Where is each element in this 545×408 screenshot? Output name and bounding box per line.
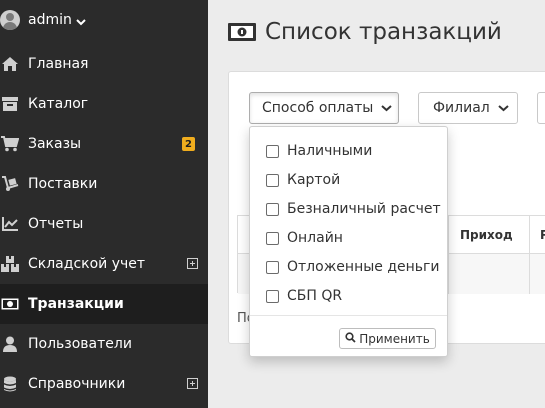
filter-button[interactable]: [537, 92, 545, 124]
sidebar-item-catalog[interactable]: Каталог: [0, 84, 208, 124]
sidebar-item-orders[interactable]: Заказы 2: [0, 124, 208, 164]
expand-plus-icon[interactable]: [187, 378, 198, 389]
apply-button[interactable]: Применить: [339, 328, 436, 349]
branch-filter-button[interactable]: Филиал: [418, 92, 518, 124]
boxes-icon: [0, 254, 20, 274]
expand-plus-icon[interactable]: [187, 258, 198, 269]
divider: [250, 315, 447, 316]
checkbox[interactable]: [266, 144, 279, 158]
option-bank-transfer[interactable]: Безналичный расчет: [266, 199, 441, 219]
option-label: Безналичный расчет: [287, 201, 441, 217]
user-menu[interactable]: admin: [0, 6, 86, 34]
archive-icon: [0, 94, 20, 114]
payment-method-dropdown: Наличными Картой Безналичный расчет Онла…: [249, 126, 448, 357]
dolly-icon: [0, 174, 20, 194]
sidebar-item-deliveries[interactable]: Поставки: [0, 164, 208, 204]
home-icon: [0, 54, 20, 74]
chevron-down-icon: [76, 11, 86, 30]
branch-label: Филиал: [433, 100, 490, 116]
page-title-text: Список транзакций: [265, 19, 502, 45]
sidebar-item-label: Пользователи: [28, 336, 132, 352]
apply-label: Применить: [359, 331, 430, 346]
user-icon: [0, 334, 20, 354]
payment-method-label: Способ оплаты: [262, 100, 374, 116]
sidebar-item-warehouse[interactable]: Складской учет: [0, 244, 208, 284]
column-header-income: Приход: [460, 228, 513, 242]
checkbox[interactable]: [266, 289, 279, 303]
database-icon: [0, 374, 20, 394]
checkbox[interactable]: [266, 173, 279, 187]
option-label: СБП QR: [287, 288, 343, 304]
sidebar-item-label: Каталог: [28, 96, 89, 112]
cart-icon: [0, 134, 20, 154]
sidebar-item-label: Главная: [28, 56, 89, 72]
sidebar-item-transactions[interactable]: Транзакции: [0, 284, 208, 324]
option-sbp-qr[interactable]: СБП QR: [266, 286, 342, 306]
sidebar: admin Главная Каталог Заказы 2 Поставки …: [0, 0, 208, 408]
search-icon: [345, 331, 356, 346]
orders-count-badge: 2: [182, 137, 195, 151]
line-chart-icon: [0, 214, 20, 234]
checkbox[interactable]: [266, 231, 279, 245]
column-divider: [448, 216, 449, 294]
column-divider: [529, 216, 530, 294]
checkbox[interactable]: [266, 202, 279, 216]
sidebar-item-label: Транзакции: [28, 296, 124, 312]
column-header-expense: Р: [540, 228, 545, 242]
sidebar-item-label: Справочники: [28, 376, 126, 392]
option-label: Отложенные деньги: [287, 259, 440, 275]
sidebar-item-label: Поставки: [28, 176, 98, 192]
option-cash[interactable]: Наличными: [266, 141, 372, 161]
option-online[interactable]: Онлайн: [266, 228, 343, 248]
money-bill-icon: [228, 23, 256, 41]
avatar: [0, 10, 20, 30]
username: admin: [28, 12, 72, 28]
option-label: Картой: [287, 172, 341, 188]
chevron-down-icon: [381, 100, 392, 116]
sidebar-item-home[interactable]: Главная: [0, 44, 208, 84]
payment-method-filter-button[interactable]: Способ оплаты: [249, 92, 399, 124]
sidebar-item-directories[interactable]: Справочники: [0, 364, 208, 404]
sidebar-nav: Главная Каталог Заказы 2 Поставки Отчеты…: [0, 44, 208, 404]
sidebar-item-label: Складской учет: [28, 256, 146, 272]
checkbox[interactable]: [266, 260, 279, 274]
chevron-down-icon: [498, 100, 509, 116]
page-title: Список транзакций: [228, 16, 502, 48]
option-label: Онлайн: [287, 230, 343, 246]
option-card[interactable]: Картой: [266, 170, 340, 190]
sidebar-item-label: Отчеты: [28, 216, 84, 232]
money-bill-icon: [0, 294, 20, 314]
sidebar-item-label: Заказы: [28, 136, 82, 152]
option-deferred-money[interactable]: Отложенные деньги: [266, 257, 440, 277]
option-label: Наличными: [287, 143, 373, 159]
sidebar-item-reports[interactable]: Отчеты: [0, 204, 208, 244]
sidebar-item-users[interactable]: Пользователи: [0, 324, 208, 364]
